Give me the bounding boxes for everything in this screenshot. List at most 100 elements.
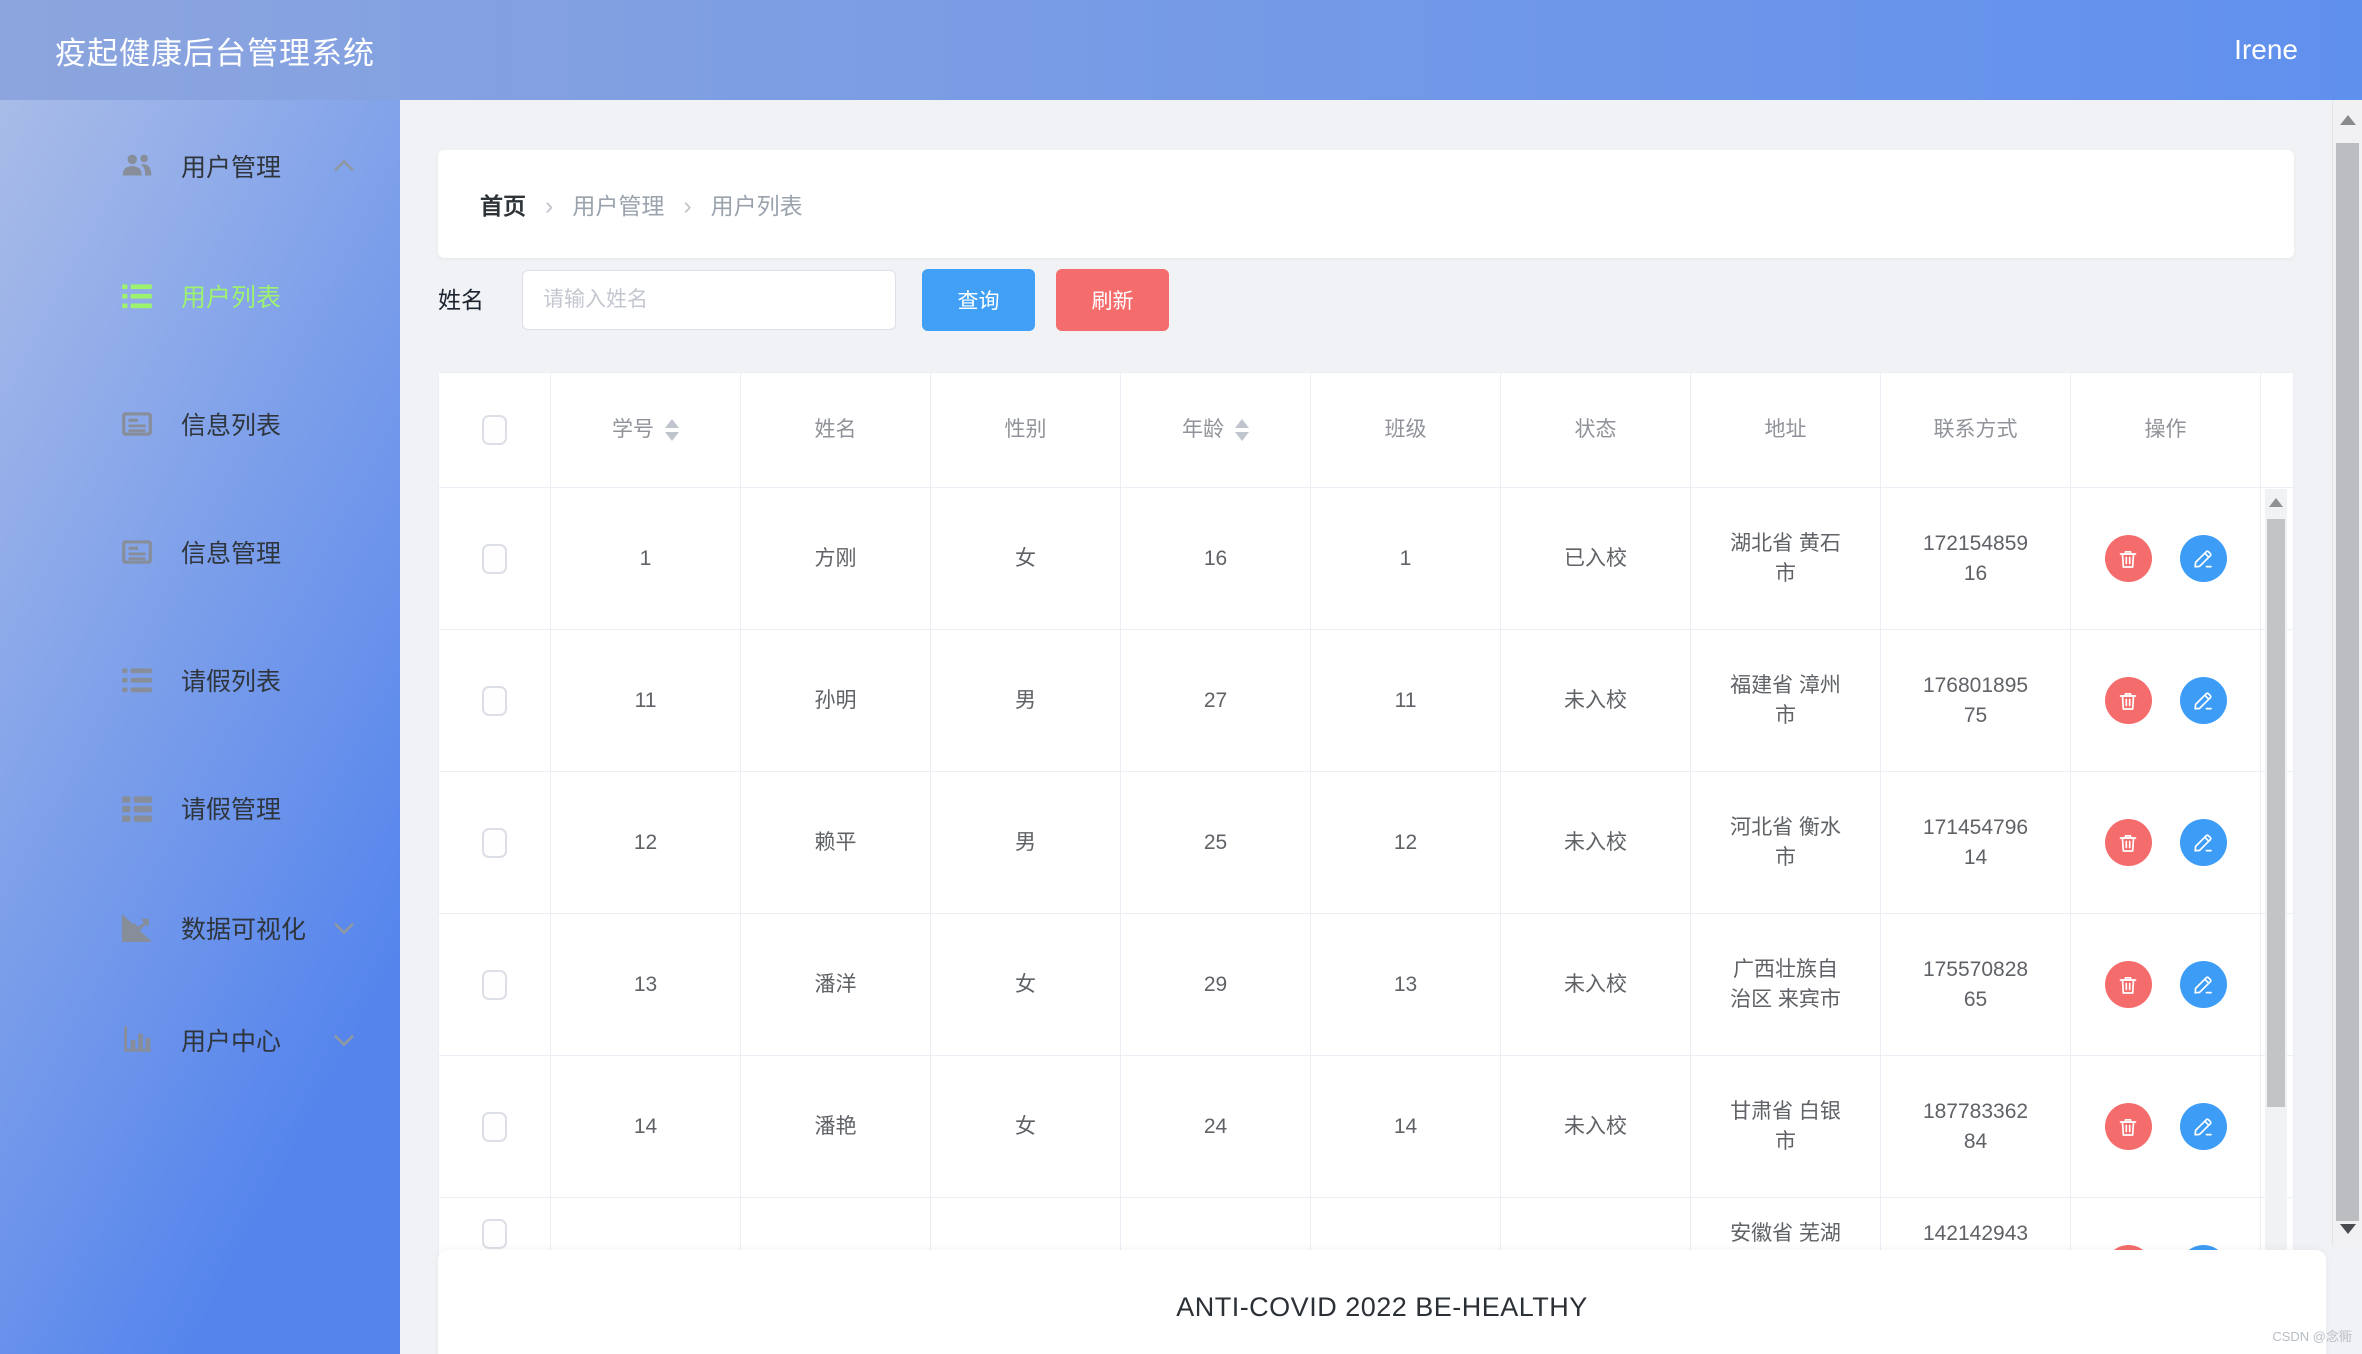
sidebar-item-user-list[interactable]: 用户列表 (0, 232, 400, 360)
breadcrumb-separator-icon: › (545, 192, 554, 220)
trash-icon (2116, 831, 2140, 855)
menu-icon (120, 791, 154, 825)
delete-button[interactable] (2104, 1103, 2152, 1150)
column-header-name: 姓名 (741, 373, 931, 488)
sidebar-item-label: 信息列表 (181, 412, 282, 440)
column-label: 性别 (1004, 418, 1047, 441)
scroll-down-icon[interactable] (2340, 1224, 2356, 1234)
row-select-cell (439, 772, 551, 914)
refresh-button[interactable]: 刷新 (1056, 269, 1169, 331)
table-scrollbar[interactable] (2265, 489, 2287, 1353)
breadcrumb-item[interactable]: 用户列表 (711, 193, 803, 219)
sidebar-item-data-visualization[interactable]: 数据可视化 (0, 872, 400, 984)
cell-age: 27 (1121, 630, 1311, 772)
cell-gender: 女 (931, 488, 1121, 630)
sidebar-item-user-center[interactable]: 用户中心 (0, 984, 400, 1096)
cell-actions (2071, 1056, 2261, 1198)
delete-button[interactable] (2104, 961, 2152, 1008)
app-window: 疫起健康后台管理系统 Irene 用户管理 用户列表 信息列表 信息管理 请假列表 请假管… (0, 0, 2362, 1354)
table-body: 1 方刚女 16 1 已入校 湖北省 黄石市 17215485916 11 孙明男 27 11 未入校… (439, 488, 2293, 1340)
watermark: CSDN @念衕 (2272, 1329, 2352, 1344)
table-scrollbar-thumb[interactable] (2267, 519, 2285, 1107)
cell-address: 广西壮族自治区 来宾市 (1691, 914, 1881, 1056)
edit-button[interactable] (2179, 819, 2227, 866)
cell-gender: 男 (931, 772, 1121, 914)
delete-button[interactable] (2104, 535, 2152, 582)
cell-phone: 17557082865 (1881, 914, 2071, 1056)
sidebar-item-user-management[interactable]: 用户管理 (0, 100, 400, 232)
trend-chart-icon (120, 911, 154, 945)
row-checkbox[interactable] (482, 969, 507, 1000)
cell-status: 已入校 (1501, 488, 1691, 630)
edit-button[interactable] (2179, 1103, 2227, 1150)
list-icon (120, 279, 154, 313)
delete-button[interactable] (2104, 819, 2152, 866)
column-label: 联系方式 (1933, 418, 2018, 441)
footer-card: ANTI-COVID 2022 BE-HEALTHY (438, 1250, 2326, 1354)
row-checkbox[interactable] (482, 1219, 507, 1249)
trash-icon (2116, 1115, 2140, 1139)
row-checkbox[interactable] (482, 543, 507, 574)
cell-status: 未入校 (1501, 1056, 1691, 1198)
cell-id: 1 (551, 488, 741, 630)
sidebar-item-leave-management[interactable]: 请假管理 (0, 744, 400, 872)
column-label: 状态 (1574, 418, 1617, 441)
sort-caret-icon[interactable] (665, 419, 679, 441)
cell-name: 潘洋 (741, 914, 931, 1056)
pencil-icon (2191, 689, 2215, 713)
row-select-cell (439, 630, 551, 772)
column-header-status: 状态 (1501, 373, 1691, 488)
column-label: 操作 (2144, 418, 2187, 441)
sidebar-item-label: 请假列表 (181, 668, 282, 696)
cell-age: 24 (1121, 1056, 1311, 1198)
scrollbar-gutter (2261, 373, 2293, 488)
breadcrumb-item[interactable]: 首页 (480, 193, 526, 219)
table-row: 1 方刚女 16 1 已入校 湖北省 黄石市 17215485916 (439, 488, 2293, 630)
breadcrumb-item[interactable]: 用户管理 (572, 193, 664, 219)
edit-button[interactable] (2179, 961, 2227, 1008)
sidebar-menu: 用户管理用户列表信息列表信息管理请假列表请假管理 数据可视化 用户中心 (0, 100, 400, 1096)
scroll-up-icon[interactable] (2340, 115, 2356, 125)
cell-id: 14 (551, 1056, 741, 1198)
sidebar-item-info-list[interactable]: 信息列表 (0, 360, 400, 488)
cell-address: 河北省 衡水市 (1691, 772, 1881, 914)
trash-icon (2116, 973, 2140, 997)
cell-class: 11 (1311, 630, 1501, 772)
breadcrumb-card: 首页 › 用户管理 › 用户列表 (438, 150, 2294, 258)
column-header-id[interactable]: 学号 (551, 373, 741, 488)
page-scrollbar-thumb[interactable] (2336, 143, 2359, 1221)
page-scrollbar[interactable] (2332, 100, 2362, 1245)
select-all-checkbox[interactable] (482, 415, 507, 445)
cell-phone: 17680189575 (1881, 630, 2071, 772)
pencil-icon (2191, 547, 2215, 571)
cell-class: 14 (1311, 1056, 1501, 1198)
cell-class: 13 (1311, 914, 1501, 1056)
cell-phone: 17145479614 (1881, 772, 2071, 914)
sidebar-item-leave-list[interactable]: 请假列表 (0, 616, 400, 744)
edit-button[interactable] (2179, 535, 2227, 582)
query-button[interactable]: 查询 (922, 269, 1035, 331)
name-search-input[interactable] (522, 270, 896, 330)
column-header-actions: 操作 (2071, 373, 2261, 488)
scroll-up-icon[interactable] (2269, 498, 2283, 507)
column-label: 姓名 (814, 418, 857, 441)
cell-class: 1 (1311, 488, 1501, 630)
delete-button[interactable] (2104, 677, 2152, 724)
sort-caret-icon[interactable] (1235, 419, 1249, 441)
cell-class: 12 (1311, 772, 1501, 914)
user-name[interactable]: Irene (2234, 34, 2298, 66)
users-icon (120, 149, 154, 183)
main-content: 首页›用户管理›用户列表 姓名 查询 刷新 学号姓名性别年龄班级状态地址联系方式… (400, 100, 2332, 1354)
column-header-age[interactable]: 年龄 (1121, 373, 1311, 488)
chevron-down-icon (330, 914, 358, 942)
table-row: 11 孙明男 27 11 未入校 福建省 漳州市 17680189575 (439, 630, 2293, 772)
app-title: 疫起健康后台管理系统 (55, 35, 375, 71)
column-header-address: 地址 (1691, 373, 1881, 488)
row-checkbox[interactable] (482, 827, 507, 858)
row-checkbox[interactable] (482, 685, 507, 716)
sidebar-item-info-management[interactable]: 信息管理 (0, 488, 400, 616)
document-icon (120, 407, 154, 441)
sidebar-item-label: 用户列表 (181, 284, 282, 312)
edit-button[interactable] (2179, 677, 2227, 724)
row-checkbox[interactable] (482, 1111, 507, 1142)
